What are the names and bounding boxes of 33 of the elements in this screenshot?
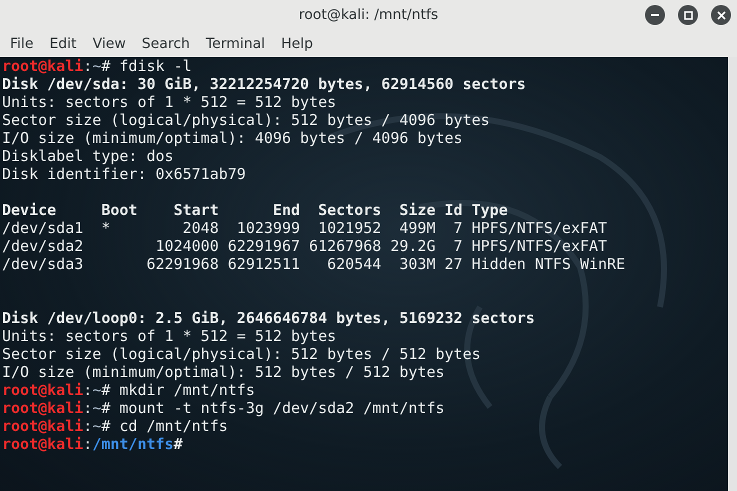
output-line: Sector size (logical/physical): 512 bytes / 4096 bytes [1, 111, 491, 129]
output-line: /dev/sda1 * 2048 1023999 1021952 499M 7 HPFS/NTFS/exFAT [1, 219, 608, 237]
output-line: /dev/sda2 1024000 62291967 61267968 29.2G 7 HPFS/NTFS/exFAT [1, 237, 608, 255]
menu-item[interactable]: Edit [41, 36, 85, 52]
prompt-line: root@kali:~# mount -t ntfs-3g /dev/sda2 /mnt/ntfs [1, 399, 446, 417]
prompt-line: root@kali:~# mkdir /mnt/ntfs [1, 381, 256, 399]
minimize-icon [651, 14, 659, 16]
output-line: Disklabel type: dos [1, 147, 175, 165]
output-line: Units: sectors of 1 * 512 = 512 bytes [1, 93, 338, 111]
prompt-line: root@kali:/mnt/ntfs# [1, 435, 184, 453]
output-line: Disk identifier: 0x6571ab79 [1, 165, 247, 183]
menu-item[interactable]: Help [273, 36, 321, 52]
menu-item[interactable]: File [2, 36, 42, 52]
close-icon [716, 10, 726, 20]
window-title: root@kali: /mnt/ntfs [298, 7, 438, 23]
close-button[interactable] [711, 5, 731, 25]
output-line: I/O size (minimum/optimal): 4096 bytes / 4096 bytes [1, 129, 464, 147]
maximize-button[interactable] [678, 5, 698, 25]
output-line: /dev/sda3 62291968 62912511 620544 303M 27 Hidden NTFS WinRE [1, 255, 626, 273]
output-line: Disk /dev/loop0: 2.5 GiB, 2646646784 bytes, 5169232 sectors [1, 309, 536, 327]
minimize-button[interactable] [645, 5, 665, 25]
menu-item[interactable]: View [84, 36, 134, 52]
prompt-line: root@kali:~# fdisk -l [1, 57, 193, 75]
maximize-icon [684, 10, 692, 20]
scrollbar[interactable] [728, 57, 737, 491]
prompt-line: root@kali:~# cd /mnt/ntfs [1, 417, 229, 435]
output-line: Disk /dev/sda: 30 GiB, 32212254720 bytes, 62914560 sectors [1, 75, 527, 93]
output-line: Sector size (logical/physical): 512 bytes / 512 bytes [1, 345, 482, 363]
menu-item[interactable]: Terminal [198, 36, 274, 52]
output-line: Device Boot Start End Sectors Size Id Type [1, 201, 509, 219]
output-line: I/O size (minimum/optimal): 512 bytes / 512 bytes [1, 363, 446, 381]
output-line: Units: sectors of 1 * 512 = 512 bytes [1, 327, 338, 345]
menu-item[interactable]: Search [134, 36, 198, 52]
